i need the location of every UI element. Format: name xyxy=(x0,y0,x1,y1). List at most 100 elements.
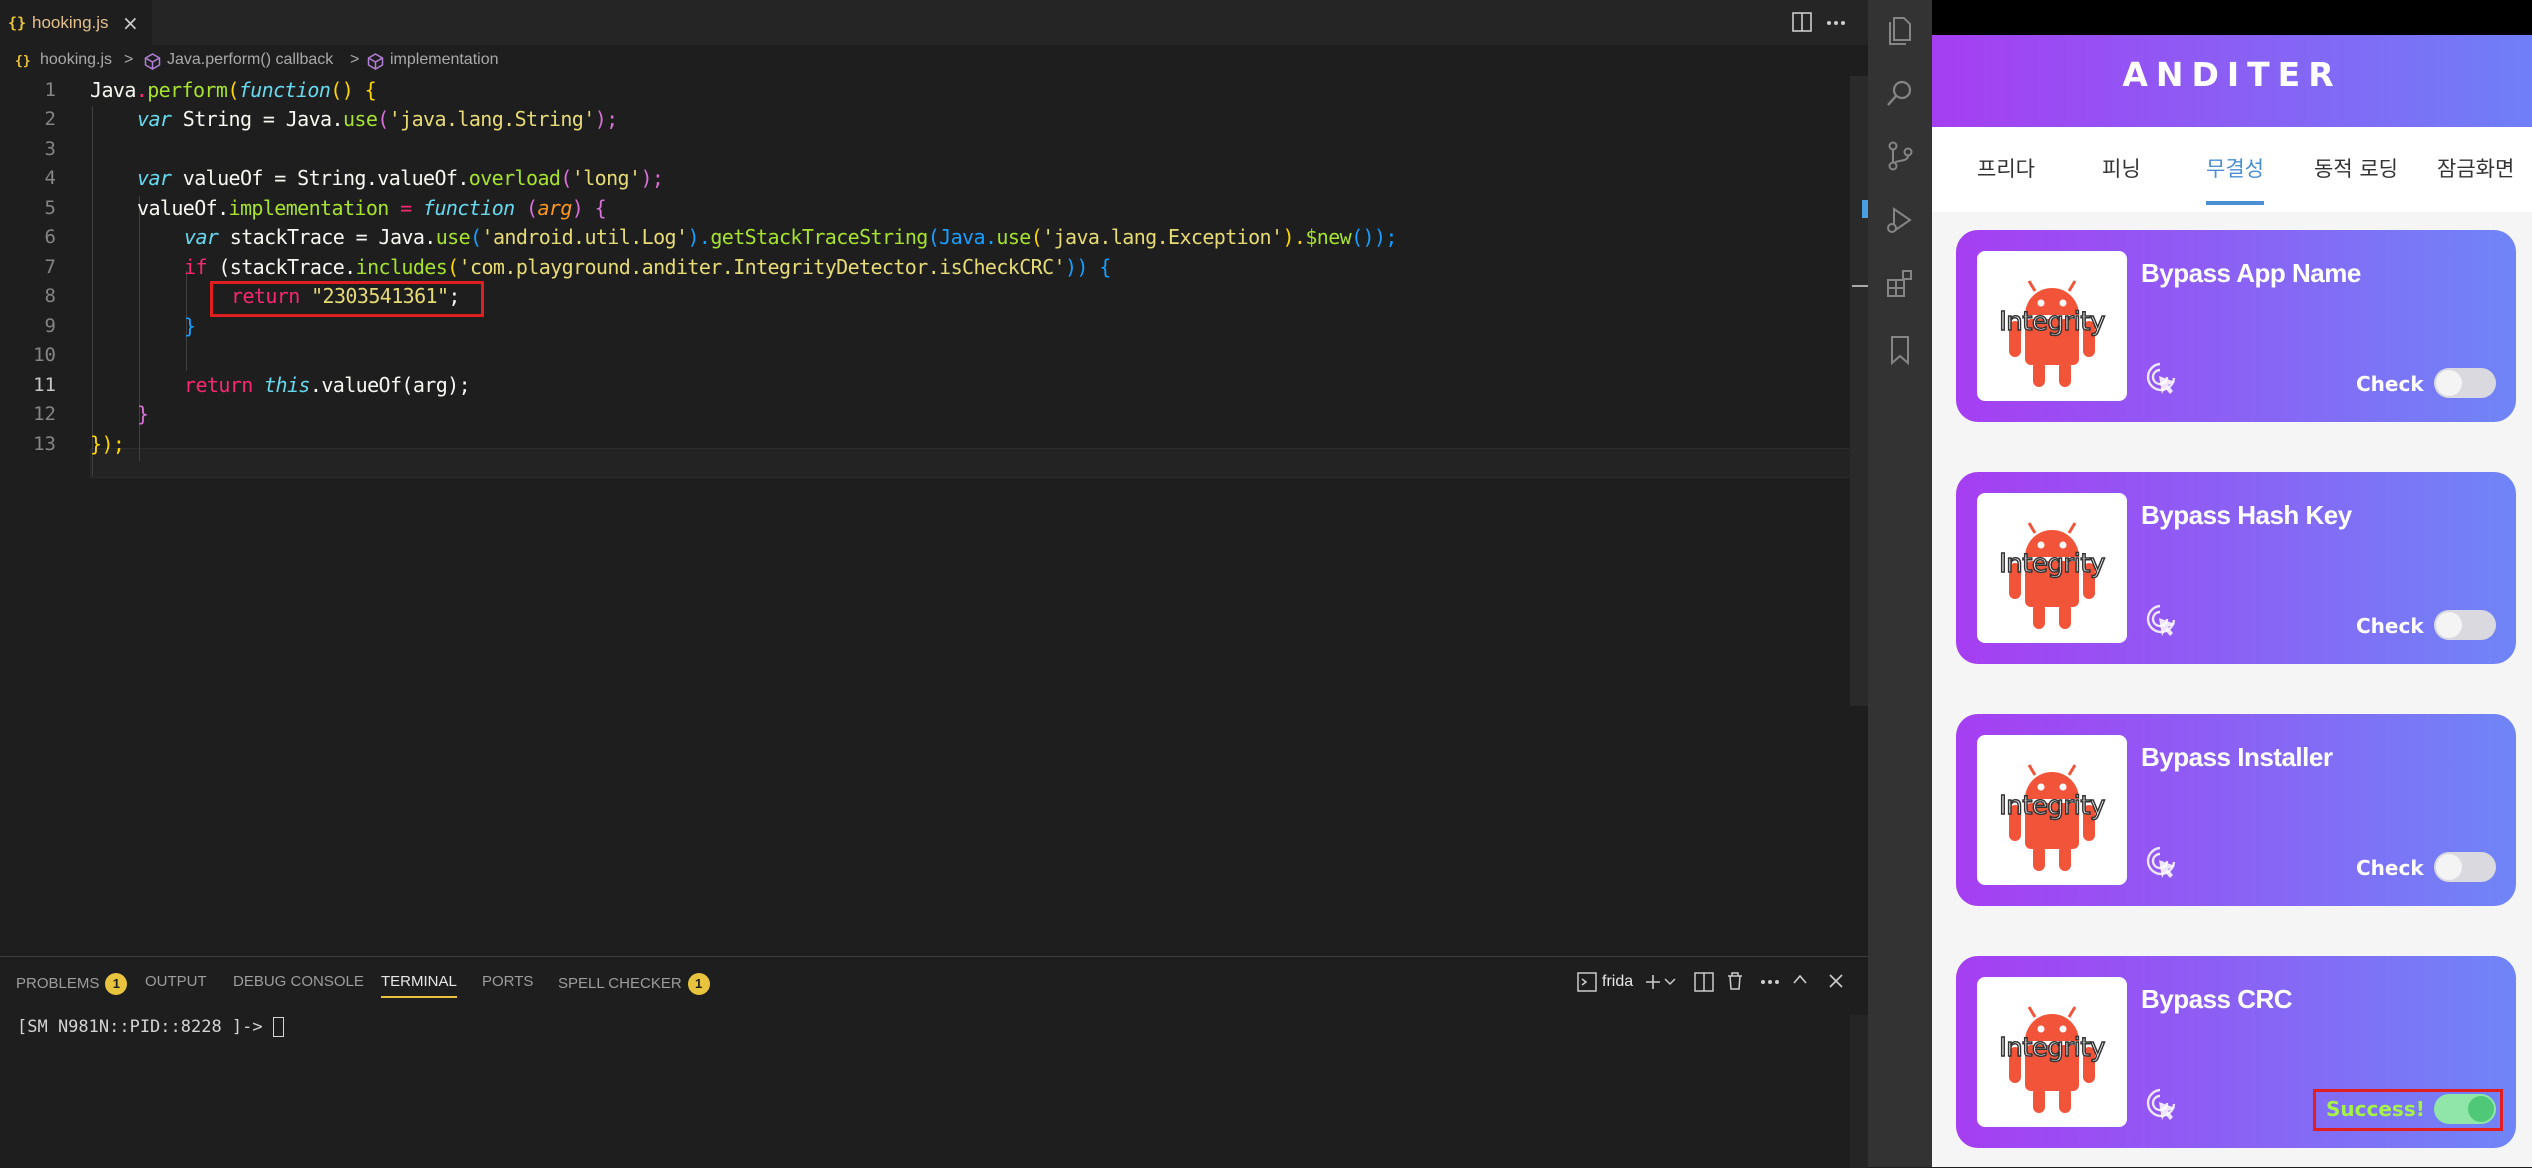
tap-icon[interactable] xyxy=(2143,1086,2179,1122)
extensions-icon[interactable] xyxy=(1884,268,1916,300)
chevron-up-icon[interactable] xyxy=(1792,973,1808,985)
tab-hooking-js[interactable]: {} hooking.js × xyxy=(0,0,152,45)
code-editor[interactable]: 1 2 3 4 5 6 7 8 9 10 11 12 13 Java.perfo… xyxy=(0,76,1868,956)
more-actions-icon[interactable] xyxy=(1760,979,1780,985)
activity-bar xyxy=(1868,0,1932,1167)
tab-frida[interactable]: 프리다 xyxy=(1977,153,2035,183)
check-card: Integrity Bypass CRC Success! xyxy=(1956,956,2516,1148)
line-number: 6 xyxy=(44,226,56,248)
check-label: Check xyxy=(2356,856,2424,880)
thumb-label: Integrity xyxy=(1998,306,2106,338)
check-toggle[interactable] xyxy=(2434,852,2496,882)
line-number: 11 xyxy=(33,374,56,396)
terminal-icon xyxy=(1577,972,1597,992)
indent-guide xyxy=(92,106,93,476)
close-icon[interactable]: × xyxy=(122,11,139,35)
highlight-box-return xyxy=(210,281,484,317)
tab-dynamic-loading[interactable]: 동적 로딩 xyxy=(2314,153,2398,183)
tab-spell-checker[interactable]: SPELL CHECKER 1 xyxy=(558,973,710,995)
code-line-2: var String = Java.use('java.lang.String'… xyxy=(137,107,618,131)
code-line-5: valueOf.implementation = function (arg) … xyxy=(137,196,607,220)
tab-label: hooking.js xyxy=(32,13,109,32)
bottom-panel: PROBLEMS 1 OUTPUT DEBUG CONSOLE TERMINAL … xyxy=(0,956,1868,1168)
tab-integrity[interactable]: 무결성 xyxy=(2206,153,2264,183)
tap-icon[interactable] xyxy=(2143,602,2179,638)
explorer-icon[interactable] xyxy=(1884,14,1916,46)
js-file-icon: {} xyxy=(8,14,27,32)
check-label: Check xyxy=(2356,614,2424,638)
check-card: Integrity Bypass Hash Key Check xyxy=(1956,472,2516,664)
terminal-prompt: [SM N981N::PID::8228 ]-> xyxy=(17,1017,273,1037)
integrity-thumbnail: Integrity xyxy=(1977,493,2127,643)
close-panel-icon[interactable] xyxy=(1828,973,1844,989)
tab-ports[interactable]: PORTS xyxy=(482,973,533,990)
split-terminal-icon[interactable] xyxy=(1694,972,1714,992)
editor-scrollbar[interactable] xyxy=(1850,76,1868,706)
run-debug-icon[interactable] xyxy=(1884,204,1916,236)
line-number: 7 xyxy=(44,256,56,278)
check-toggle[interactable] xyxy=(2434,610,2496,640)
search-icon[interactable] xyxy=(1884,78,1916,110)
check-toggle[interactable] xyxy=(2434,368,2496,398)
terminal-scrollbar[interactable] xyxy=(1850,1015,1868,1168)
tab-problems[interactable]: PROBLEMS 1 xyxy=(16,973,128,995)
breadcrumb-separator: > xyxy=(124,51,134,68)
spell-badge: 1 xyxy=(687,973,710,995)
trash-icon[interactable] xyxy=(1726,971,1744,991)
line-number: 9 xyxy=(44,315,56,337)
js-file-icon: {} xyxy=(15,54,31,69)
code-line-1: Java.perform(function() { xyxy=(90,78,377,102)
method-cube-icon xyxy=(144,53,161,70)
new-terminal-icon[interactable] xyxy=(1644,973,1662,991)
tab-debug-console[interactable]: DEBUG CONSOLE xyxy=(233,973,364,990)
line-number: 8 xyxy=(44,285,56,307)
scrollbar-marker xyxy=(1852,285,1868,287)
line-number: 2 xyxy=(44,108,56,130)
status-bar xyxy=(1932,0,2532,35)
tab-terminal[interactable]: TERMINAL xyxy=(381,973,457,998)
more-actions-icon[interactable] xyxy=(1826,20,1846,26)
app-title: ANDITER xyxy=(2122,55,2342,94)
code-line-4: var valueOf = String.valueOf.overload('l… xyxy=(137,166,664,190)
line-number: 13 xyxy=(33,433,56,455)
tab-output[interactable]: OUTPUT xyxy=(145,973,207,990)
integrity-thumbnail: Integrity xyxy=(1977,735,2127,885)
code-line-11: return this.valueOf(arg); xyxy=(184,373,471,397)
code-line-12: } xyxy=(137,402,149,426)
breadcrumb-implementation[interactable]: implementation xyxy=(390,51,499,69)
card-title: Bypass Installer xyxy=(2141,742,2333,772)
code-line-6: var stackTrace = Java.use('android.util.… xyxy=(184,225,1397,249)
highlight-box-success xyxy=(2313,1089,2503,1131)
card-title: Bypass Hash Key xyxy=(2141,500,2352,530)
breadcrumb-callback[interactable]: Java.perform() callback xyxy=(167,51,333,69)
tap-icon[interactable] xyxy=(2143,844,2179,880)
code-line-13: }); xyxy=(90,432,125,456)
split-editor-icon[interactable] xyxy=(1792,12,1812,32)
line-number: 5 xyxy=(44,197,56,219)
thumb-label: Integrity xyxy=(1998,1032,2106,1064)
thumb-label: Integrity xyxy=(1998,548,2106,580)
method-cube-icon xyxy=(367,53,384,70)
terminal-output[interactable]: [SM N981N::PID::8228 ]-> xyxy=(17,1017,284,1037)
card-title: Bypass CRC xyxy=(2141,984,2293,1014)
tap-icon[interactable] xyxy=(2143,360,2179,396)
tab-lock-screen[interactable]: 잠금화면 xyxy=(2437,153,2514,183)
line-number: 3 xyxy=(44,138,56,160)
line-number: 12 xyxy=(33,403,56,425)
breadcrumb-separator: > xyxy=(350,51,360,68)
current-line-highlight xyxy=(90,448,1868,478)
toggle-knob xyxy=(2436,612,2462,638)
breadcrumb-file[interactable]: hooking.js xyxy=(40,51,112,69)
breadcrumb: {} hooking.js > Java.perform() callback … xyxy=(0,49,1868,75)
card-title: Bypass App Name xyxy=(2141,258,2361,288)
source-control-icon[interactable] xyxy=(1884,140,1916,172)
integrity-thumbnail: Integrity xyxy=(1977,251,2127,401)
line-number: 4 xyxy=(44,167,56,189)
tab-pinning[interactable]: 피닝 xyxy=(2102,153,2141,183)
tab-indicator xyxy=(2206,201,2264,205)
chevron-down-icon[interactable] xyxy=(1664,977,1676,987)
check-card: Integrity Bypass App Name Check xyxy=(1956,230,2516,422)
thumb-label: Integrity xyxy=(1998,790,2106,822)
bookmark-icon[interactable] xyxy=(1884,334,1916,366)
terminal-name[interactable]: frida xyxy=(1602,973,1633,991)
